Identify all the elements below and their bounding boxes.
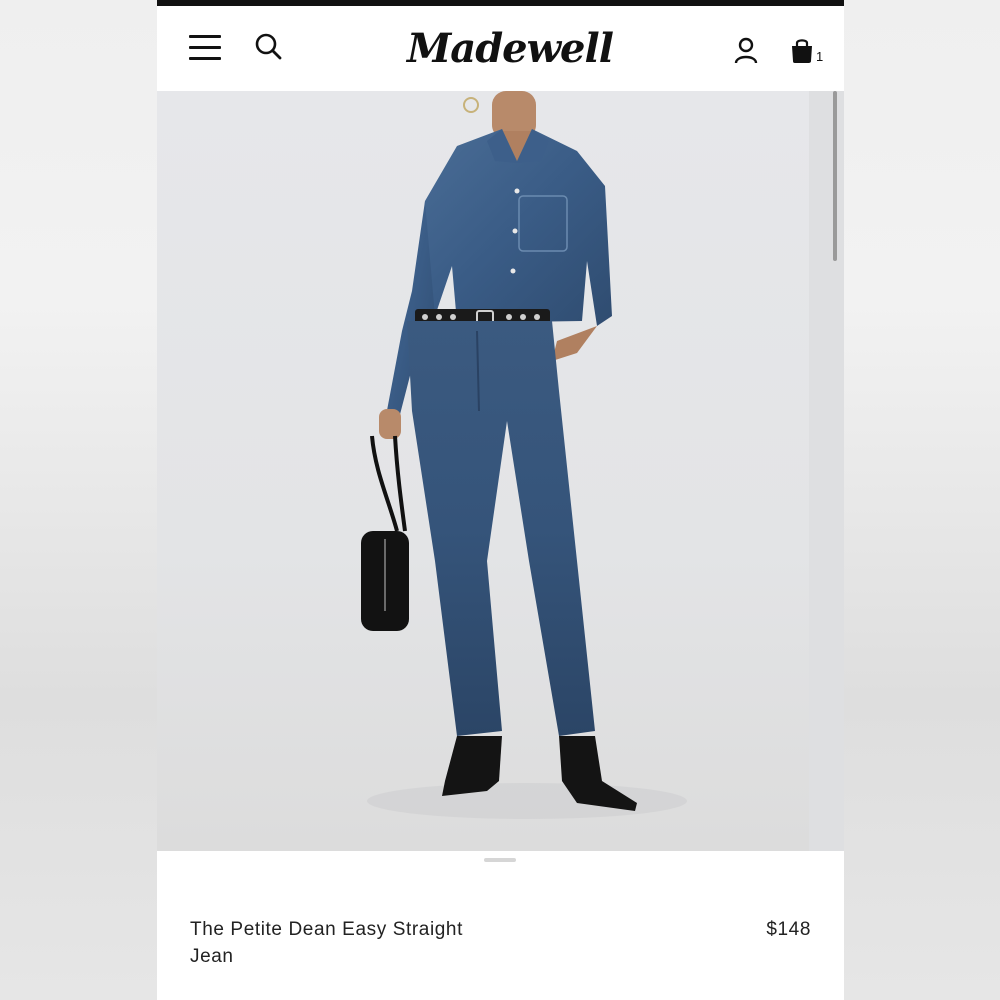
product-price: $148 <box>766 919 811 940</box>
account-icon[interactable] <box>733 37 759 65</box>
site-header: Madewell 1 <box>157 6 844 91</box>
mobile-screen: Madewell 1 The Petite Dean Easy Straight… <box>157 0 844 1000</box>
scrollbar[interactable] <box>833 91 837 261</box>
product-title[interactable]: The Petite Dean Easy Straight Jean <box>190 916 490 970</box>
search-icon[interactable] <box>254 32 284 62</box>
next-image-preview[interactable] <box>809 91 844 851</box>
sheet-drag-handle[interactable] <box>484 858 516 862</box>
shopping-bag-icon[interactable]: 1 <box>789 37 823 67</box>
background-blur-right <box>844 0 1000 1000</box>
bag-count-badge: 1 <box>816 49 824 64</box>
madewell-logo[interactable]: Madewell <box>407 20 614 78</box>
background-blur-left <box>0 0 157 1000</box>
product-image[interactable] <box>157 91 809 851</box>
hamburger-menu-icon[interactable] <box>189 33 223 63</box>
